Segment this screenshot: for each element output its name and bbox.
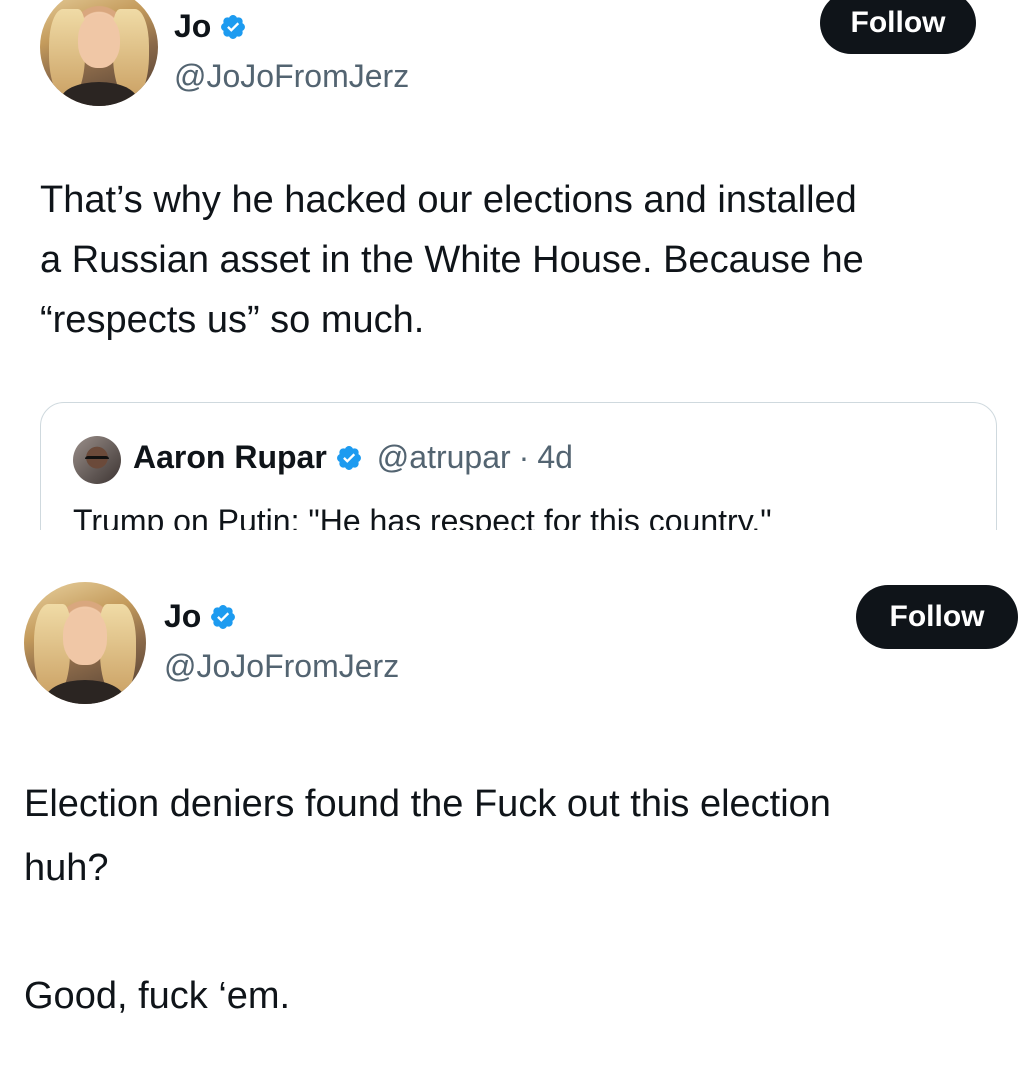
quote-author-name[interactable]: Aaron Rupar bbox=[133, 439, 327, 476]
quote-tweet-text: Trump on Putin: "He has respect for this… bbox=[73, 503, 772, 530]
tweet-text: Election deniers found the Fuck out this… bbox=[24, 783, 831, 1017]
tweet-text: That’s why he hacked our elections and i… bbox=[40, 179, 864, 341]
quote-author-row: Aaron Rupar @atrupar · 4d bbox=[133, 439, 573, 476]
author-handle[interactable]: @JoJoFromJerz bbox=[174, 58, 409, 95]
author-handle[interactable]: @JoJoFromJerz bbox=[164, 648, 399, 685]
verified-badge-icon bbox=[211, 604, 236, 629]
verified-badge-icon bbox=[221, 14, 246, 39]
quoted-tweet-card[interactable]: Aaron Rupar @atrupar · 4d Trump on Putin… bbox=[40, 402, 997, 530]
quote-author-handle[interactable]: @atrupar bbox=[377, 439, 511, 476]
author-name-row: Jo bbox=[164, 598, 237, 635]
author-avatar[interactable] bbox=[24, 582, 146, 704]
author-display-name[interactable]: Jo bbox=[174, 8, 211, 45]
author-name-row: Jo bbox=[174, 8, 247, 45]
follow-button[interactable]: Follow bbox=[820, 0, 976, 54]
tweet-screenshot-1: Jo @JoJoFromJerz Follow That’s why he ha… bbox=[0, 0, 1035, 530]
quote-meta-separator: · bbox=[518, 439, 530, 475]
quote-timestamp[interactable]: 4d bbox=[537, 439, 573, 476]
follow-button[interactable]: Follow bbox=[856, 585, 1018, 649]
quote-author-avatar[interactable] bbox=[73, 436, 121, 484]
author-avatar[interactable] bbox=[40, 0, 158, 106]
verified-badge-icon bbox=[336, 445, 361, 470]
author-display-name[interactable]: Jo bbox=[164, 598, 201, 635]
tweet-screenshot-2: Jo @JoJoFromJerz Follow Election deniers… bbox=[0, 560, 1035, 1080]
